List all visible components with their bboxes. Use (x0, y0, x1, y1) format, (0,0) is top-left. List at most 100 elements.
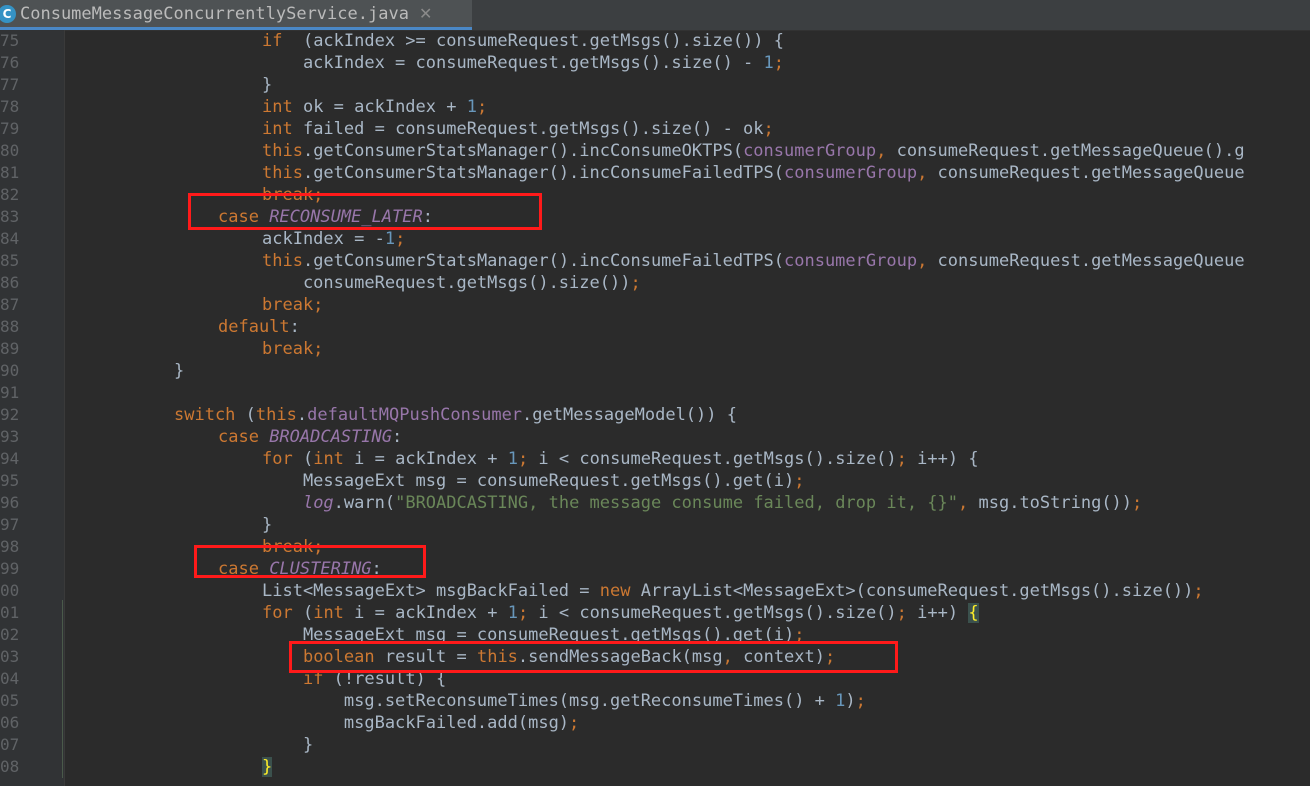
code-token: 1 (507, 449, 518, 469)
code-line: log.warn("BROADCASTING, the message cons… (262, 492, 1142, 514)
code-token: int (262, 119, 293, 139)
code-token: i = ackIndex + (343, 603, 508, 623)
code-token: ; (794, 471, 805, 491)
code-token: failed = consumeRequest.getMsgs().size()… (292, 119, 764, 139)
code-token: i < consumeRequest.getMsgs().size() (528, 603, 897, 623)
code-token: int (313, 603, 344, 623)
code-line: List<MessageExt> msgBackFailed = new Arr… (262, 580, 1204, 602)
code-token: consumerGroup (784, 163, 918, 183)
code-token: .getConsumerStatsManager().incConsumeFai… (302, 251, 784, 271)
code-token: msg.toString()) (968, 493, 1133, 513)
code-token: .getMessageModel()) { (522, 405, 737, 425)
code-token: .getConsumerStatsManager().incConsumeOKT… (302, 141, 744, 161)
code-token: ackIndex = - (262, 229, 385, 249)
code-token: this (262, 141, 303, 161)
code-line: int failed = consumeRequest.getMsgs().si… (262, 118, 774, 140)
code-token: ; (896, 449, 907, 469)
code-token: i++) { (906, 449, 979, 469)
code-token: , (917, 251, 928, 271)
line-number: 87 (0, 295, 20, 314)
code-token: { (968, 603, 979, 623)
line-number: 99 (0, 559, 20, 578)
code-token: ; (517, 603, 529, 623)
highlight-box-reconsume-later (188, 193, 542, 230)
code-line: for (int i = ackIndex + 1; i < consumeRe… (262, 448, 979, 470)
line-number: 01 (0, 603, 20, 622)
close-icon[interactable]: ✕ (419, 4, 432, 23)
code-token: ok = ackIndex + (292, 97, 467, 117)
code-token: i++) (906, 603, 969, 623)
code-token: for (262, 603, 293, 623)
code-token: defaultMQPushConsumer (307, 405, 523, 425)
code-token: } (262, 515, 273, 535)
code-token: ( (292, 603, 314, 623)
code-line: default: (218, 316, 300, 338)
line-number: 07 (0, 735, 20, 754)
code-token: case (218, 427, 270, 447)
code-line: } (262, 74, 272, 96)
code-line: this.getConsumerStatsManager().incConsum… (262, 162, 1245, 184)
tab-filename: ConsumeMessageConcurrentlyService.java (20, 3, 409, 24)
line-number: 05 (0, 691, 20, 710)
code-token: , (917, 163, 928, 183)
code-token: int (262, 97, 293, 117)
code-token: switch (174, 405, 236, 425)
code-token: consumerGroup (784, 251, 918, 271)
code-line: case BROADCASTING: (218, 426, 402, 448)
code-token: ( (235, 405, 256, 425)
editor-tab-consume-service[interactable]: C ConsumeMessageConcurrentlyService.java… (0, 0, 472, 30)
code-token: ; (517, 449, 529, 469)
code-token: : (392, 427, 403, 447)
code-token: 1 (466, 97, 477, 117)
code-token: i < consumeRequest.getMsgs().size() (528, 449, 897, 469)
code-token: this (255, 405, 297, 425)
code-line: break; (262, 294, 323, 316)
line-number: 04 (0, 669, 20, 688)
code-token: ( (292, 449, 314, 469)
code-token: for (262, 449, 293, 469)
code-token: 1 (835, 691, 846, 711)
code-token: 1 (507, 603, 518, 623)
code-line: if (ackIndex >= consumeRequest.getMsgs()… (262, 30, 784, 52)
line-number: 95 (0, 471, 20, 490)
line-number: 86 (0, 273, 20, 292)
line-number: 93 (0, 427, 20, 446)
line-number: 06 (0, 713, 20, 732)
code-token: this (262, 163, 303, 183)
line-number: 78 (0, 97, 20, 116)
code-token: } (262, 75, 273, 95)
code-token: new (599, 581, 631, 601)
code-token: } (262, 735, 314, 755)
code-token: int (313, 449, 344, 469)
code-token: ; (395, 229, 406, 249)
line-number: 79 (0, 119, 20, 138)
code-line: int ok = ackIndex + 1; (262, 96, 487, 118)
fold-guide (62, 600, 63, 778)
code-token: this (262, 251, 303, 271)
line-number: 02 (0, 625, 20, 644)
code-token: log (302, 493, 334, 513)
code-line: this.getConsumerStatsManager().incConsum… (262, 140, 1245, 162)
code-token: } (174, 361, 185, 381)
line-number: 89 (0, 339, 20, 358)
code-token: ; (773, 53, 785, 73)
line-number: 81 (0, 163, 20, 182)
line-number: 88 (0, 317, 20, 336)
code-token: ; (630, 273, 641, 293)
code-line: msg.setReconsumeTimes(msg.getReconsumeTi… (262, 690, 866, 712)
line-number: 80 (0, 141, 20, 160)
code-line: msgBackFailed.add(msg); (262, 712, 579, 734)
line-number: 90 (0, 361, 20, 380)
code-token: break; (262, 295, 324, 315)
code-token: : (289, 317, 300, 337)
highlight-box-clustering (194, 545, 426, 578)
code-line: } (174, 360, 184, 382)
code-token: consumeRequest.getMessageQueue (927, 163, 1245, 183)
code-line: } (262, 514, 272, 536)
code-token: List<MessageExt> msgBackFailed = (262, 581, 600, 601)
code-token: ; (1193, 581, 1204, 601)
code-token: consumeRequest.getMessageQueue().g (886, 141, 1245, 161)
code-token: consumerGroup (743, 141, 877, 161)
line-number: 94 (0, 449, 20, 468)
